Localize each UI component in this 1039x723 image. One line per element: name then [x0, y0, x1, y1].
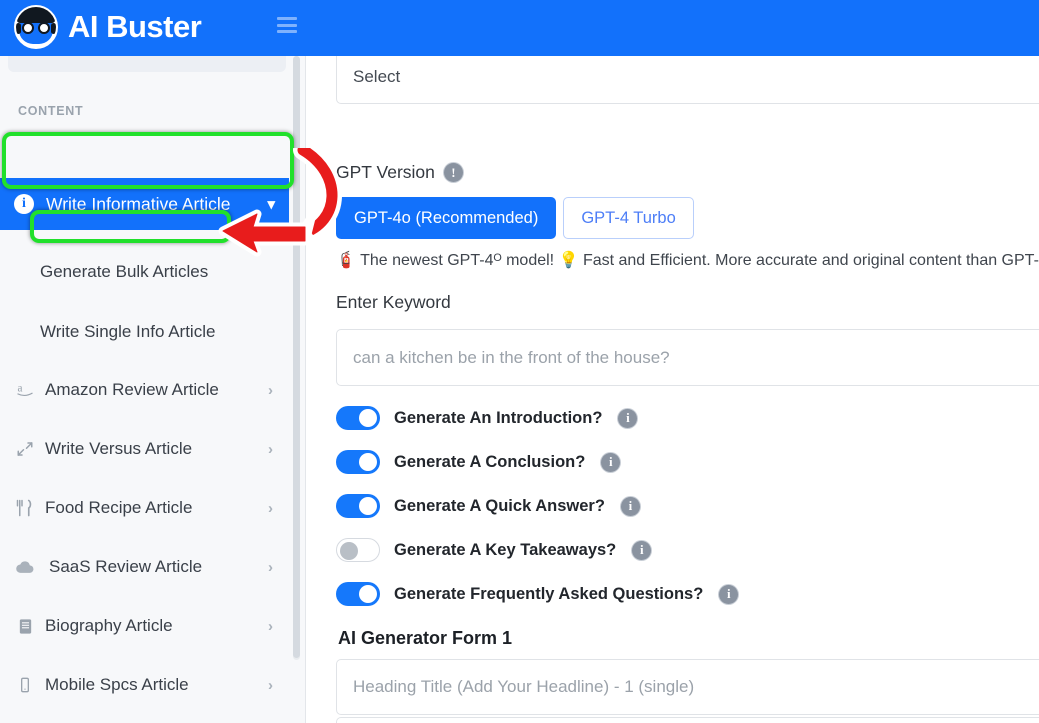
chevron-right-icon[interactable]: ›	[268, 559, 273, 576]
keyword-input-placeholder: can a kitchen be in the front of the hou…	[353, 347, 670, 367]
chevron-down-icon[interactable]: ▾	[267, 195, 275, 213]
toggle-generate-faq[interactable]	[336, 582, 380, 606]
toggle-label: Generate Frequently Asked Questions?	[394, 584, 704, 603]
hamburger-menu-icon[interactable]	[277, 17, 297, 33]
main-content: Select GPT Version ! GPT-4o (Recommended…	[320, 44, 1039, 723]
info-circle-icon[interactable]: i	[719, 584, 739, 604]
toggle-generate-key-takeaways-row: Generate A Key Takeaways? i	[336, 538, 652, 562]
amazon-icon: a	[14, 381, 36, 399]
chevron-right-icon[interactable]: ›	[268, 677, 273, 694]
gpt-version-label-row: GPT Version !	[336, 162, 463, 183]
toggle-label: Generate A Key Takeaways?	[394, 540, 617, 559]
sidebar: CONTENT i Write Informative Article ▾ Ge…	[0, 44, 306, 723]
sidebar-subitem-generate-bulk-articles[interactable]: Generate Bulk Articles	[0, 252, 289, 292]
select-dropdown-value: Select	[353, 67, 401, 86]
sidebar-subitem-label: Generate Bulk Articles	[40, 262, 209, 281]
gpt-version-label: GPT Version	[336, 162, 435, 182]
sidebar-subitem-write-single-info-article[interactable]: Write Single Info Article	[0, 312, 289, 352]
info-circle-icon[interactable]: i	[601, 452, 621, 472]
toggle-generate-faq-row: Generate Frequently Asked Questions? i	[336, 582, 739, 606]
app-root: AI Buster CONTENT i Write Informative Ar…	[0, 0, 1039, 723]
info-circle-icon[interactable]: i	[620, 496, 640, 516]
toggle-generate-conclusion-row: Generate A Conclusion? i	[336, 450, 621, 474]
sidebar-item-label: Amazon Review Article	[45, 380, 219, 399]
brand[interactable]: AI Buster	[14, 5, 202, 49]
chevron-right-icon[interactable]: ›	[268, 618, 273, 635]
prompt-input[interactable]: Add Command or Prompt, or Title to Gener…	[336, 717, 1039, 723]
sidebar-item-label: Write Informative Article	[46, 193, 231, 214]
info-circle-icon: i	[14, 194, 34, 214]
sidebar-subitem-label: Write Single Info Article	[40, 322, 216, 341]
sidebar-item-label: Food Recipe Article	[45, 498, 193, 517]
versus-arrows-icon	[14, 440, 36, 458]
sidebar-item-label: SaaS Review Article	[49, 557, 203, 576]
toggle-generate-quick-answer-row: Generate A Quick Answer? i	[336, 494, 640, 518]
sidebar-item-saas-review-article[interactable]: SaaS Review Article ›	[0, 547, 289, 587]
toggle-generate-key-takeaways[interactable]	[336, 538, 380, 562]
toggle-label: Generate A Quick Answer?	[394, 496, 605, 515]
toggle-generate-introduction-row: Generate An Introduction? i	[336, 406, 638, 430]
keyword-input[interactable]: can a kitchen be in the front of the hou…	[336, 329, 1039, 386]
heading-title-input[interactable]: Heading Title (Add Your Headline) - 1 (s…	[336, 659, 1039, 715]
mobile-phone-icon	[14, 677, 36, 693]
robot-logo-icon	[14, 5, 58, 49]
book-icon	[14, 618, 36, 635]
sidebar-item-amazon-review-article[interactable]: a Amazon Review Article ›	[0, 370, 289, 410]
brand-name: AI Buster	[68, 9, 202, 44]
keyword-label-row: Enter Keyword	[336, 292, 451, 313]
chevron-right-icon[interactable]: ›	[268, 500, 273, 517]
sidebar-item-write-versus-article[interactable]: Write Versus Article ›	[0, 429, 289, 469]
heading-title-placeholder: Heading Title (Add Your Headline) - 1 (s…	[353, 677, 695, 696]
gpt-version-description: 🧯 The newest GPT-4ᴼ model! 💡 Fast and Ef…	[336, 252, 1039, 269]
toggle-generate-introduction[interactable]	[336, 406, 380, 430]
sidebar-item-label: Biography Article	[45, 616, 173, 635]
sidebar-section-label: CONTENT	[18, 104, 84, 118]
toggle-label: Generate An Introduction?	[394, 408, 603, 427]
chevron-right-icon[interactable]: ›	[268, 441, 273, 458]
generator-form-title: AI Generator Form 1	[338, 628, 513, 648]
toggle-generate-conclusion[interactable]	[336, 450, 380, 474]
cloud-icon	[14, 557, 36, 577]
top-header-bar: AI Buster	[0, 0, 1039, 56]
gpt-version-button-group: GPT-4o (Recommended) GPT-4 Turbo	[336, 197, 694, 239]
info-circle-icon[interactable]: i	[618, 408, 638, 428]
sidebar-scrollbar-thumb[interactable]	[293, 56, 300, 658]
sidebar-item-write-informative-article[interactable]: i Write Informative Article ▾	[0, 178, 289, 230]
gpt-4-turbo-button[interactable]: GPT-4 Turbo	[563, 197, 694, 239]
sidebar-item-label: Mobile Spcs Article	[45, 675, 189, 694]
sidebar-item-mobile-spcs-article[interactable]: Mobile Spcs Article ›	[0, 665, 289, 705]
toggle-generate-quick-answer[interactable]	[336, 494, 380, 518]
gpt-4o-button[interactable]: GPT-4o (Recommended)	[336, 197, 557, 239]
info-circle-icon[interactable]: !	[443, 163, 463, 182]
chevron-right-icon[interactable]: ›	[268, 382, 273, 399]
info-circle-icon[interactable]: i	[632, 540, 652, 560]
sidebar-item-food-recipe-article[interactable]: Food Recipe Article ›	[0, 488, 289, 528]
toggle-label: Generate A Conclusion?	[394, 452, 586, 471]
sidebar-item-biography-article[interactable]: Biography Article ›	[0, 606, 289, 646]
sidebar-item-label: Write Versus Article	[45, 439, 193, 458]
svg-text:a: a	[18, 383, 23, 395]
select-dropdown[interactable]: Select	[336, 50, 1039, 104]
keyword-label: Enter Keyword	[336, 292, 451, 312]
fork-knife-icon	[14, 499, 36, 517]
